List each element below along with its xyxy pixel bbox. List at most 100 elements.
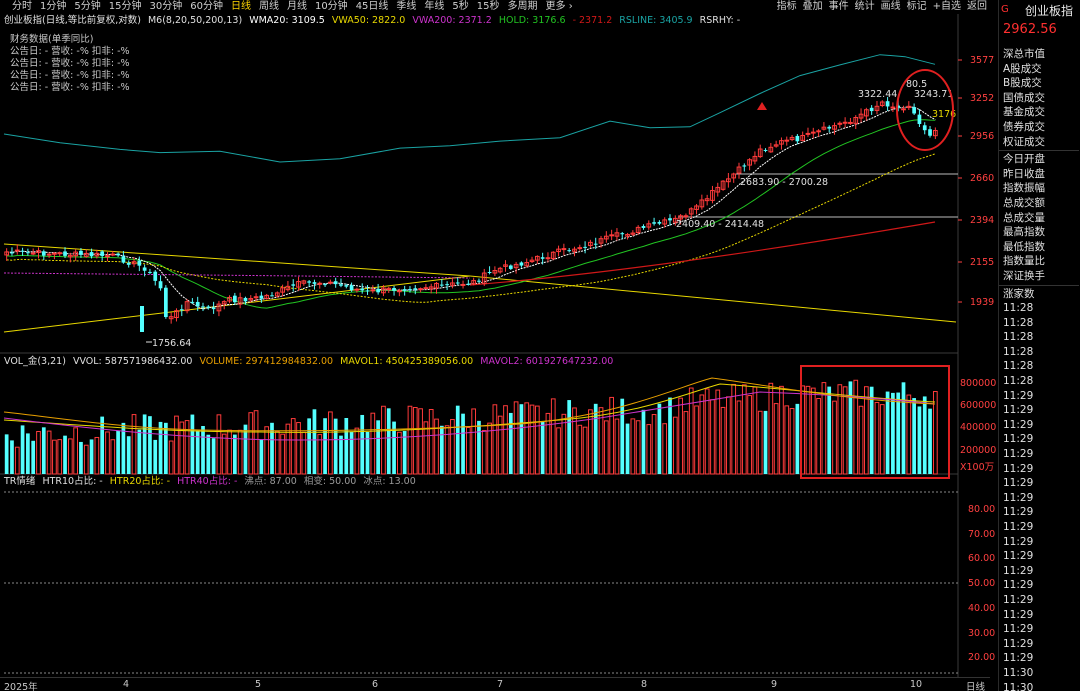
period-tab[interactable]: 季线 — [392, 0, 420, 14]
period-tab[interactable]: 月线 — [283, 0, 311, 14]
volume-bar-down — [461, 413, 465, 474]
candle-body-down — [291, 284, 296, 286]
toolbar-menu-item[interactable]: 标记 — [904, 0, 930, 14]
volume-bar-down — [763, 410, 768, 474]
volume-bar-up — [837, 384, 843, 475]
tick-time: 11:29 — [1003, 623, 1034, 636]
toolbar-right-menu: 指标 叠加 事件 统计 画线 标记 +自选 返回 — [774, 0, 990, 14]
volume-bar-up — [779, 385, 784, 475]
period-tab[interactable]: 分时 — [8, 0, 36, 14]
quote-field[interactable]: 最低指数 — [999, 240, 1079, 255]
price-axis-label: 2956 — [970, 131, 994, 142]
quote-field[interactable]: A股成交 — [999, 62, 1079, 77]
period-tab[interactable]: 周线 — [255, 0, 283, 14]
period-tab[interactable]: 日线 — [227, 0, 255, 14]
index-price: 2962.56 — [1003, 22, 1057, 37]
x-axis-label: 6 — [372, 679, 379, 690]
volume-bar-up — [789, 408, 795, 475]
tr-indicator-name[interactable]: TR情绪 — [4, 476, 35, 487]
volume-bar-down — [31, 440, 36, 474]
volume-bar-up — [821, 382, 827, 475]
boil-value: 沸点: 87.00 — [244, 476, 297, 487]
toolbar-menu-item[interactable]: 指标 — [774, 0, 800, 14]
period-tab[interactable]: 年线 — [420, 0, 448, 14]
volume-bar-down — [625, 423, 630, 474]
volume-bar-down — [201, 425, 205, 474]
toolbar-menu-item[interactable]: 画线 — [878, 0, 904, 14]
hold2-value: - 2371.2 — [572, 15, 613, 26]
ma-indicator-name[interactable]: M6(8,20,50,200,13) — [148, 15, 242, 26]
period-tab[interactable]: 更多 › — [542, 0, 577, 14]
quote-field[interactable]: 总成交额 — [999, 196, 1079, 211]
quote-field[interactable]: 涨家数 — [999, 287, 1079, 302]
candle-body-up — [423, 287, 429, 290]
kline-chart[interactable]: 1756.64 2409.40 - 2414.48 2683.90 - 2700.2… — [0, 0, 998, 691]
vwa200-value: VWA200: 2371.2 — [412, 15, 492, 26]
x-axis-label: 5 — [255, 679, 262, 690]
candle-body-up — [52, 252, 57, 255]
period-tab[interactable]: 1分钟 — [36, 0, 70, 14]
period-toolbar: 分时 1分钟 5分钟 15分钟 30分钟 60分钟 日线 周线 月线 10分钟 45日线 季线 年线 5秒… — [0, 0, 990, 14]
quote-field[interactable]: 指数量比 — [999, 254, 1079, 269]
period-tab[interactable]: 5分钟 — [70, 0, 104, 14]
volume-bar-down — [360, 414, 365, 474]
tick-time: 11:29 — [1003, 564, 1034, 577]
toolbar-menu-item[interactable]: 返回 — [964, 0, 990, 14]
quote-field[interactable]: 深总市值 — [999, 47, 1079, 62]
volume-bar-up — [699, 394, 705, 475]
volume-bar-up — [471, 408, 477, 475]
range-annotation: 2683.90 - 2700.28 — [740, 177, 828, 188]
volume-bar-down — [312, 409, 317, 474]
toolbar-menu-item[interactable]: 统计 — [852, 0, 878, 14]
period-tab[interactable]: 5秒 — [448, 0, 472, 14]
volume-bar-down — [148, 416, 152, 474]
quote-field[interactable]: 最高指数 — [999, 225, 1079, 240]
candle-body-up — [683, 215, 689, 218]
candle-body-down — [413, 288, 418, 290]
wma20-value: WMA20: 3109.5 — [249, 15, 325, 26]
volume-indicator-name[interactable]: VOL_金(3,21) — [4, 356, 66, 367]
finance-row: 公告日: - 营收: -% 扣非: -% — [10, 82, 130, 93]
chart-name[interactable]: 创业板指(日线,等比前复权,对数) — [4, 15, 141, 26]
volume-bar-down — [519, 404, 524, 474]
period-tab[interactable]: 10分钟 — [311, 0, 352, 14]
period-tab[interactable]: 15分钟 — [105, 0, 146, 14]
volume-bar-up — [704, 388, 710, 475]
quote-field[interactable]: 指数振幅 — [999, 181, 1079, 196]
quote-field[interactable]: 债券成交 — [999, 120, 1079, 135]
volume-bar-up — [842, 386, 848, 475]
volume-bar-down — [376, 420, 380, 474]
quote-field[interactable]: 国债成交 — [999, 91, 1079, 106]
quote-field[interactable]: 今日开盘 — [999, 152, 1079, 167]
candle-body-down — [408, 289, 412, 291]
volume-bar-down — [211, 438, 216, 474]
period-tab[interactable]: 45日线 — [352, 0, 393, 14]
volume-bar-down — [896, 392, 901, 474]
period-tab[interactable]: 多周期 — [504, 0, 542, 14]
candle-body-up — [577, 247, 583, 250]
quote-field[interactable]: 总成交量 — [999, 211, 1079, 226]
candle-body-down — [349, 285, 354, 291]
volume-bar-down — [795, 403, 800, 474]
volume-bar-up — [906, 394, 912, 475]
period-tab[interactable]: 60分钟 — [186, 0, 227, 14]
quote-field[interactable]: 权证成交 — [999, 135, 1079, 150]
volume-bar-down — [901, 382, 906, 474]
quote-field[interactable]: B股成交 — [999, 76, 1079, 91]
candle-body-down — [41, 251, 46, 256]
quote-field[interactable]: 深证换手 — [999, 269, 1079, 284]
price-axis-label: 3252 — [970, 93, 994, 104]
toolbar-menu-item[interactable]: +自选 — [930, 0, 964, 14]
quote-field[interactable]: 基金成交 — [999, 105, 1079, 120]
period-tab[interactable]: 30分钟 — [145, 0, 186, 14]
candle-body-down — [885, 101, 890, 107]
candle-body-down — [439, 284, 444, 286]
period-tab[interactable]: 15秒 — [473, 0, 504, 14]
volume-bar-down — [657, 403, 662, 474]
candle-body-down — [307, 281, 311, 283]
toolbar-menu-item[interactable]: 事件 — [826, 0, 852, 14]
volume-bar-up — [572, 407, 577, 475]
period-mode-label[interactable]: 日线 — [966, 679, 985, 691]
quote-field[interactable]: 昨日收盘 — [999, 167, 1079, 182]
toolbar-menu-item[interactable]: 叠加 — [800, 0, 826, 14]
